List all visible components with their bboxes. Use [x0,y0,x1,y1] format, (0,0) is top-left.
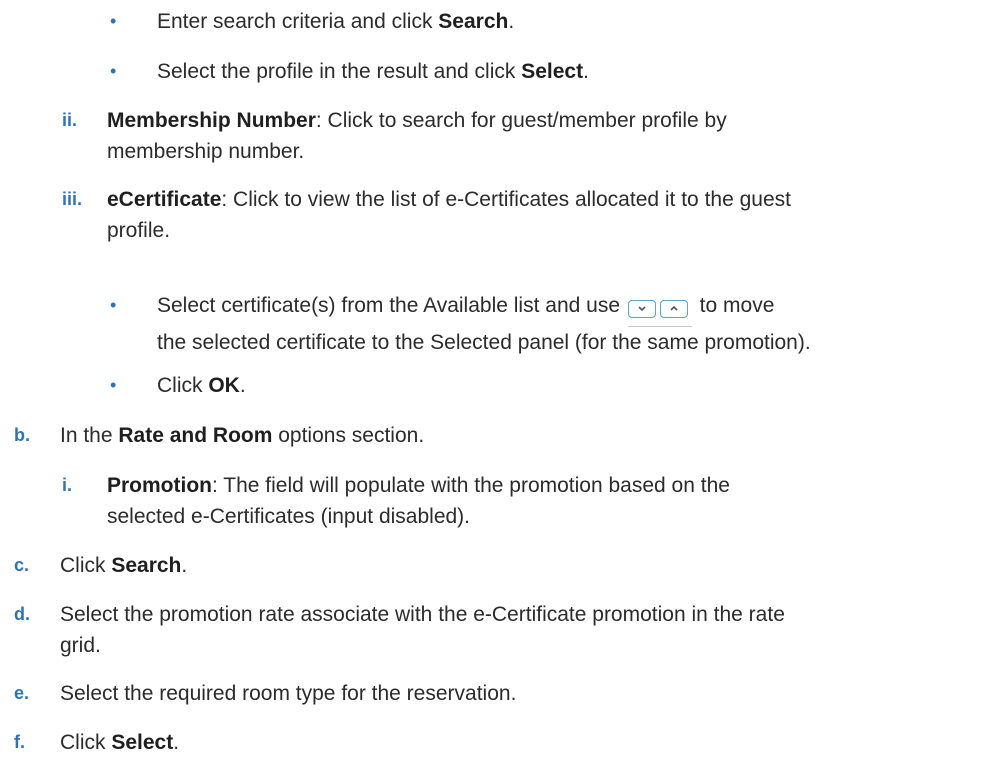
text: . [239,374,246,397]
text: Select certificate(s) from the Available… [157,294,626,317]
text: Click [60,554,112,577]
chevron-down-icon [627,300,656,319]
bold-term: Search [438,10,509,33]
text: Select the profile in the result and cli… [157,60,522,83]
bullet-marker: • [110,375,117,395]
text: . [583,60,589,83]
list-marker: c. [14,555,30,575]
bullet-marker: • [110,11,117,31]
text: . [508,10,515,33]
text: the selected certificate to the Selected… [157,331,811,354]
text: grid. [60,634,101,657]
bold-term: Select [111,731,174,754]
bold-term: OK [208,374,240,397]
step-f: Click Select. [60,727,179,758]
text: : Click to search for guest/member profi… [315,109,727,132]
step-e: Select the required room type for the re… [60,678,516,709]
list-marker: d. [14,604,30,624]
step-ii: Membership Number: Click to search for g… [107,105,727,167]
list-marker: f. [14,732,25,752]
move-buttons-image [627,293,692,327]
text: Select the required room type for the re… [60,682,517,705]
text: In the [60,424,119,447]
list-marker: ii. [62,110,78,130]
list-marker: i. [62,475,73,495]
step-bullet-2: Select the profile in the result and cli… [157,56,589,87]
list-marker: iii. [62,189,83,209]
bold-term: Select [521,60,584,83]
step-bullet-3: Select certificate(s) from the Available… [157,290,811,358]
step-c: Click Search. [60,550,187,581]
text: to move [693,294,775,317]
text: selected e-Certificates (input disabled)… [107,505,471,528]
text: : The field will populate with the promo… [212,474,730,497]
text: . [173,731,180,754]
step-b: In the Rate and Room options section. [60,420,424,451]
bold-term: Search [111,554,182,577]
text: Select the promotion rate associate with… [60,603,785,626]
bullet-marker: • [110,295,117,315]
chevron-up-icon [659,300,688,319]
step-i: Promotion: The field will populate with … [107,470,730,532]
step-bullet-1: Enter search criteria and click Search. [157,6,514,37]
step-d: Select the promotion rate associate with… [60,599,785,661]
text: . [181,554,188,577]
text: profile. [107,219,171,242]
bold-term: Membership Number [107,109,316,132]
bold-term: eCertificate [107,188,222,211]
text: Click [60,731,112,754]
step-iii: eCertificate: Click to view the list of … [107,184,791,246]
step-bullet-4: Click OK. [157,370,246,401]
bullet-marker: • [110,61,117,81]
text: options section. [272,424,425,447]
list-marker: b. [14,425,30,445]
bold-term: Rate and Room [118,424,273,447]
text: : Click to view the list of e-Certificat… [221,188,791,211]
list-marker: e. [14,683,30,703]
text: membership number. [107,140,305,163]
text: Click [157,374,209,397]
bold-term: Promotion [107,474,212,497]
text: Enter search criteria and click [157,10,439,33]
